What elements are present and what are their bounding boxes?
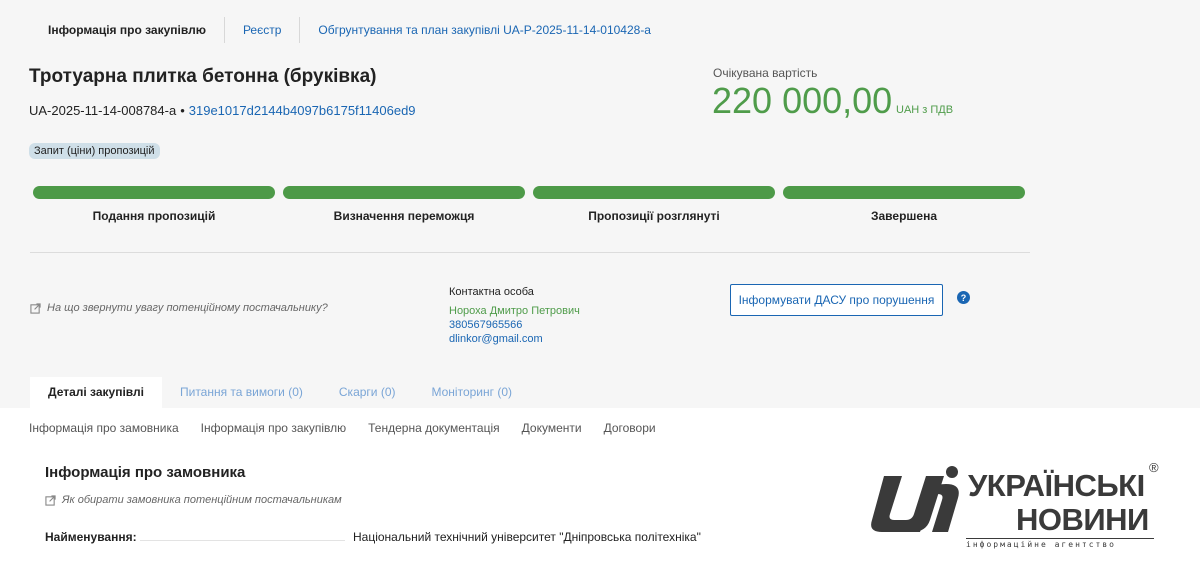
external-link-icon	[45, 494, 56, 506]
stage-label-submission: Подання пропозицій	[92, 209, 216, 223]
tender-ids: UA-2025-11-14-008784-a • 319e1017d2144b409…	[29, 103, 416, 118]
tab-details[interactable]: Деталі закупівлі	[30, 377, 162, 408]
contact-email-link[interactable]: dlinkor@gmail.com	[449, 333, 543, 345]
tender-tabs: Деталі закупівлі Питання та вимоги (0) С…	[30, 377, 530, 408]
tender-hash-link[interactable]: 319e1017d2144b4097b6175f11406ed9	[189, 103, 416, 118]
stage-bar-winner	[283, 186, 525, 199]
breadcrumb-tender-info[interactable]: Інформація про закупівлю	[30, 16, 224, 44]
customer-section-title: Інформація про замовника	[45, 464, 246, 481]
procedure-badge: Запит (ціни) пропозицій	[29, 143, 160, 159]
subnav-tender-docs[interactable]: Тендерна документація	[368, 421, 500, 435]
logo-mark-icon	[871, 466, 959, 532]
id-separator: •	[180, 103, 185, 118]
page-title: Тротуарна плитка бетонна (бруківка)	[29, 66, 377, 87]
stage-bar-completed	[783, 186, 1025, 199]
expected-cost-label: Очікувана вартість	[713, 66, 818, 80]
logo-subtitle: інформаційне агентство	[966, 538, 1154, 549]
report-violation-button[interactable]: Інформувати ДАСУ про порушення	[730, 284, 943, 316]
logo-registered-mark: ®	[1149, 460, 1159, 475]
external-link-icon	[30, 302, 41, 314]
contact-name: Нороха Дмитро Петрович	[449, 305, 580, 317]
supplier-hint-link[interactable]: На що звернути увагу потенційному постач…	[30, 302, 328, 314]
subnav-documents[interactable]: Документи	[522, 421, 582, 435]
tab-complaints[interactable]: Скарги (0)	[321, 377, 414, 408]
tender-header-area: Інформація про закупівлю Реєстр Обгрунту…	[0, 0, 1200, 408]
subnav-contracts[interactable]: Договори	[604, 421, 656, 435]
news-agency-logo: УКРАЇНСЬКІ ® НОВИНИ інформаційне агентст…	[862, 460, 1162, 550]
details-subnav: Інформація про замовника Інформація про …	[29, 421, 656, 435]
help-icon[interactable]: ?	[957, 291, 970, 304]
stage-bar-reviewed	[533, 186, 775, 199]
section-divider	[30, 252, 1030, 253]
contact-phone-link[interactable]: 380567965566	[449, 319, 522, 331]
logo-line-2: НОВИНИ	[1016, 502, 1149, 537]
subnav-customer-info[interactable]: Інформація про замовника	[29, 421, 179, 435]
customer-hint-link[interactable]: Як обирати замовника потенційним постача…	[45, 494, 342, 506]
logo-line-1: УКРАЇНСЬКІ	[968, 468, 1145, 503]
contact-label: Контактна особа	[449, 286, 534, 298]
tender-details-panel: Інформація про замовника Інформація про …	[0, 408, 1200, 563]
breadcrumb-plan[interactable]: Обгрунтування та план закупівлі UA-P-202…	[300, 16, 669, 44]
customer-name-label: Найменування:	[45, 530, 137, 544]
subnav-tender-info[interactable]: Інформація про закупівлю	[201, 421, 346, 435]
stage-label-reviewed: Пропозиції розглянуті	[588, 209, 720, 223]
customer-hint-text: Як обирати замовника потенційним постача…	[62, 494, 342, 506]
stage-label-completed: Завершена	[870, 209, 937, 223]
expected-cost-unit: UAH з ПДВ	[896, 104, 954, 116]
expected-cost-value: 220 000,00	[712, 80, 893, 121]
tab-monitoring[interactable]: Моніторинг (0)	[414, 377, 531, 408]
supplier-hint-text: На що звернути увагу потенційному постач…	[47, 302, 328, 314]
stage-bar-submission	[33, 186, 275, 199]
customer-name-value: Національний технічний університет "Дніп…	[353, 530, 701, 544]
field-dotted-line	[140, 540, 345, 541]
tender-id: UA-2025-11-14-008784-a	[29, 103, 177, 118]
breadcrumb-registry[interactable]: Реєстр	[225, 16, 299, 44]
stage-label-winner: Визначення переможця	[333, 209, 475, 223]
tab-questions[interactable]: Питання та вимоги (0)	[162, 377, 321, 408]
breadcrumb: Інформація про закупівлю Реєстр Обгрунту…	[30, 16, 669, 44]
